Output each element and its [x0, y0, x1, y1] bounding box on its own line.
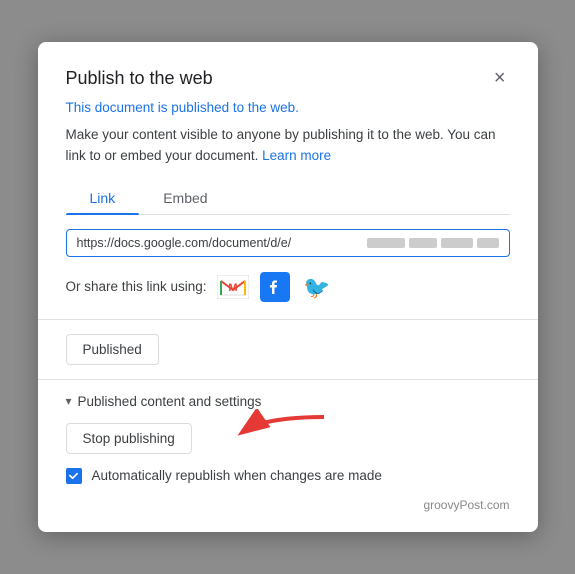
facebook-icon[interactable] [259, 273, 291, 301]
settings-section: ▾ Published content and settings Stop pu… [66, 394, 510, 484]
redacted-2 [409, 238, 437, 248]
close-button[interactable]: × [490, 66, 510, 90]
stop-row: Stop publishing [66, 423, 510, 454]
description-text: Make your content visible to anyone by p… [66, 125, 510, 166]
url-redacted [367, 238, 499, 248]
redacted-1 [367, 238, 405, 248]
publish-to-web-modal: Publish to the web × This document is pu… [38, 42, 538, 532]
stop-publishing-button[interactable]: Stop publishing [66, 423, 192, 454]
settings-label: Published content and settings [78, 394, 262, 409]
chevron-down-icon: ▾ [66, 394, 72, 408]
published-notice: This document is published to the web. [66, 100, 510, 115]
auto-republish-checkbox[interactable] [66, 468, 82, 484]
tab-bar: Link Embed [66, 182, 510, 215]
svg-text:🐦: 🐦 [303, 275, 330, 300]
divider-1 [38, 319, 538, 320]
share-label: Or share this link using: [66, 279, 207, 294]
checkbox-row: Automatically republish when changes are… [66, 468, 510, 484]
url-text: https://docs.google.com/document/d/e/ [77, 236, 363, 250]
checkbox-label: Automatically republish when changes are… [92, 468, 382, 483]
learn-more-link[interactable]: Learn more [262, 148, 331, 163]
watermark: groovyPost.com [66, 498, 510, 512]
divider-2 [38, 379, 538, 380]
modal-title: Publish to the web [66, 68, 213, 89]
modal-header: Publish to the web × [66, 66, 510, 90]
gmail-icon[interactable]: M [217, 273, 249, 301]
redacted-4 [477, 238, 499, 248]
arrow-icon [214, 409, 334, 453]
settings-header: ▾ Published content and settings [66, 394, 510, 409]
tab-link[interactable]: Link [66, 182, 140, 214]
redacted-3 [441, 238, 473, 248]
published-button[interactable]: Published [66, 334, 159, 365]
twitter-icon[interactable]: 🐦 [301, 273, 333, 301]
svg-text:M: M [228, 282, 237, 294]
tab-embed[interactable]: Embed [139, 182, 231, 214]
share-row: Or share this link using: M [66, 273, 510, 301]
url-box[interactable]: https://docs.google.com/document/d/e/ [66, 229, 510, 257]
